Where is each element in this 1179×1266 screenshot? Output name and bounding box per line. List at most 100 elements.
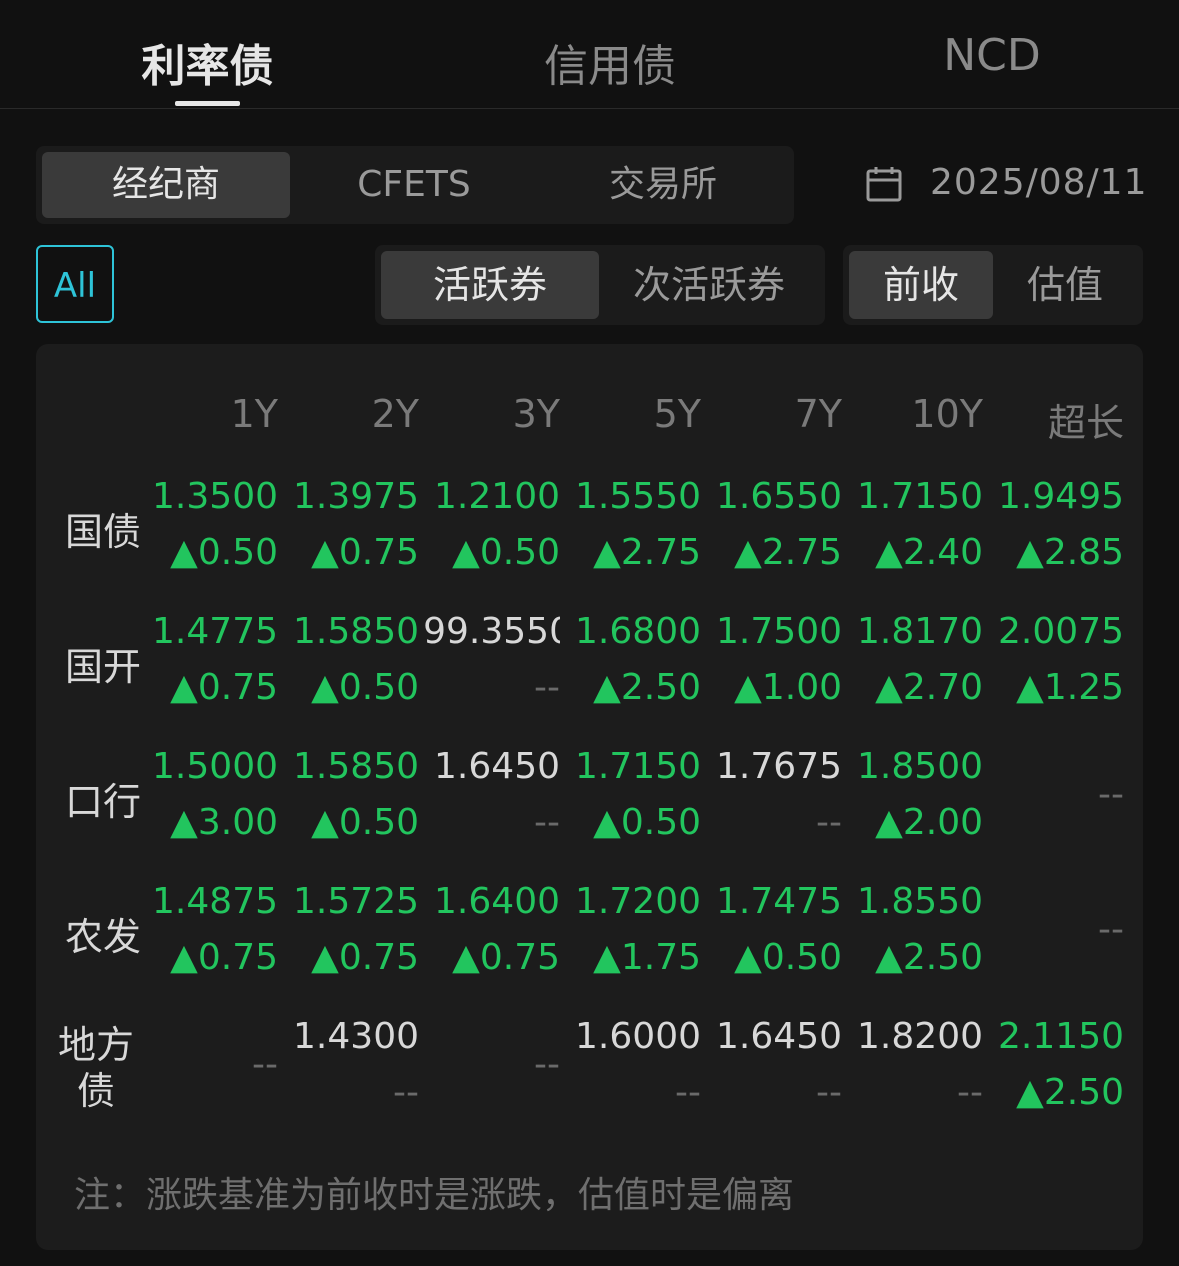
yield-cell[interactable]: 1.7475 ▲0.50: [702, 881, 842, 993]
yield-cell[interactable]: --: [984, 746, 1124, 858]
bond-activity-segment: 活跃券 次活跃券: [375, 245, 825, 325]
yield-change: ▲0.50: [311, 802, 419, 843]
yield-cell[interactable]: 1.8500 ▲2.00: [843, 746, 983, 858]
yield-cell[interactable]: 1.8550 ▲2.50: [843, 881, 983, 993]
yield-cell[interactable]: 1.7500 ▲1.00: [702, 611, 842, 723]
yield-cell[interactable]: 1.3500 ▲0.50: [138, 476, 278, 588]
yield-change: ▲1.75: [593, 937, 701, 978]
basis-segment: 前收 估值: [843, 245, 1143, 325]
yield-cell[interactable]: 1.8200 --: [843, 1016, 983, 1128]
yield-change: ▲2.50: [1016, 1072, 1124, 1113]
yield-cell[interactable]: 1.2100 ▲0.50: [420, 476, 560, 588]
yield-cell[interactable]: 2.0075 ▲1.25: [984, 611, 1124, 723]
yield-value: 2.1150: [998, 1016, 1124, 1057]
column-header: 2Y: [371, 392, 419, 436]
yield-cell[interactable]: 1.3975 ▲0.75: [279, 476, 419, 588]
yield-cell[interactable]: 1.5000 ▲3.00: [138, 746, 278, 858]
yield-value: 1.5000: [152, 746, 278, 787]
yield-change: ▲0.75: [311, 937, 419, 978]
yield-value: 1.3500: [152, 476, 278, 517]
yield-value: 1.8500: [857, 746, 983, 787]
yield-change: --: [816, 802, 842, 843]
basis-previous-close[interactable]: 前收: [849, 251, 993, 319]
row-label: 农发: [64, 915, 141, 959]
yield-value: 1.7475: [716, 881, 842, 922]
yield-cell[interactable]: 99.3550 --: [420, 611, 560, 723]
yield-value: --: [252, 1044, 278, 1085]
tab-credit-bonds[interactable]: 信用债: [520, 30, 700, 94]
yield-cell[interactable]: 1.7675 --: [702, 746, 842, 858]
yield-cell[interactable]: 1.6450 --: [420, 746, 560, 858]
yield-value: 1.6400: [434, 881, 560, 922]
yield-value: 1.4775: [152, 611, 278, 652]
yield-cell[interactable]: 1.5550 ▲2.75: [561, 476, 701, 588]
yield-value: 1.6550: [716, 476, 842, 517]
column-header: 3Y: [512, 392, 560, 436]
active-tab-indicator: [175, 101, 240, 106]
yield-change: ▲0.50: [593, 802, 701, 843]
yield-value: 1.4300: [293, 1016, 419, 1057]
yield-cell[interactable]: 1.6400 ▲0.75: [420, 881, 560, 993]
filter-active-bonds[interactable]: 活跃券: [381, 251, 599, 319]
top-tab-bar: 利率债 信用债 NCD: [0, 0, 1179, 109]
yield-value: 1.7150: [575, 746, 701, 787]
yield-change: ▲2.75: [593, 532, 701, 573]
column-header: 7Y: [794, 392, 842, 436]
tab-rate-bonds[interactable]: 利率债: [120, 30, 295, 94]
source-broker[interactable]: 经纪商: [42, 152, 290, 218]
yield-change: --: [393, 1072, 419, 1113]
yield-value: --: [534, 1044, 560, 1085]
yield-change: --: [816, 1072, 842, 1113]
yield-cell[interactable]: 1.5850 ▲0.50: [279, 611, 419, 723]
date-text: 2025/08/11: [930, 162, 1148, 203]
yield-cell[interactable]: 1.6000 --: [561, 1016, 701, 1128]
yield-cell[interactable]: 1.6800 ▲2.50: [561, 611, 701, 723]
yield-cell[interactable]: --: [420, 1016, 560, 1128]
yield-value: 1.5850: [293, 746, 419, 787]
yield-change: ▲1.25: [1016, 667, 1124, 708]
yield-change: ▲2.50: [875, 937, 983, 978]
yield-cell[interactable]: 1.4300 --: [279, 1016, 419, 1128]
yield-cell[interactable]: 1.4875 ▲0.75: [138, 881, 278, 993]
source-exchange[interactable]: 交易所: [538, 152, 788, 218]
yield-cell[interactable]: 1.8170 ▲2.70: [843, 611, 983, 723]
yield-cell[interactable]: 2.1150 ▲2.50: [984, 1016, 1124, 1128]
tab-ncd[interactable]: NCD: [912, 30, 1072, 81]
yield-cell[interactable]: --: [984, 881, 1124, 993]
yield-cell[interactable]: 1.7150 ▲2.40: [843, 476, 983, 588]
yield-cell[interactable]: 1.7150 ▲0.50: [561, 746, 701, 858]
yield-value: 1.6000: [575, 1016, 701, 1057]
yield-value: 2.0075: [998, 611, 1124, 652]
yield-change: ▲2.85: [1016, 532, 1124, 573]
yield-cell[interactable]: 1.7200 ▲1.75: [561, 881, 701, 993]
yield-value: --: [1098, 774, 1124, 815]
source-cfets[interactable]: CFETS: [290, 152, 538, 218]
yield-change: ▲0.75: [170, 937, 278, 978]
yield-change: --: [957, 1072, 983, 1113]
yield-change: ▲1.00: [734, 667, 842, 708]
yield-cell[interactable]: 1.5725 ▲0.75: [279, 881, 419, 993]
basis-valuation[interactable]: 估值: [993, 251, 1137, 319]
yield-cell[interactable]: --: [138, 1016, 278, 1128]
yield-cell[interactable]: 1.6450 --: [702, 1016, 842, 1128]
row-label: 地方债: [58, 1023, 135, 1113]
column-header: 10Y: [911, 392, 983, 436]
yield-value: 1.7150: [857, 476, 983, 517]
yield-value: 1.5550: [575, 476, 701, 517]
yield-cell[interactable]: 1.4775 ▲0.75: [138, 611, 278, 723]
yield-value: 1.7500: [716, 611, 842, 652]
yield-cell[interactable]: 1.6550 ▲2.75: [702, 476, 842, 588]
yield-value: 1.8550: [857, 881, 983, 922]
filter-secondary-active-bonds[interactable]: 次活跃券: [599, 251, 819, 319]
yield-cell[interactable]: 1.9495 ▲2.85: [984, 476, 1124, 588]
yield-value: 1.3975: [293, 476, 419, 517]
column-header: 1Y: [230, 392, 278, 436]
yield-change: ▲0.50: [311, 667, 419, 708]
all-button[interactable]: All: [36, 245, 114, 323]
calendar-icon: [866, 167, 902, 202]
yield-change: ▲0.50: [170, 532, 278, 573]
yield-cell[interactable]: 1.5850 ▲0.50: [279, 746, 419, 858]
yield-change: --: [675, 1072, 701, 1113]
yield-value: 1.6450: [716, 1016, 842, 1057]
row-label: 国债: [64, 510, 141, 554]
